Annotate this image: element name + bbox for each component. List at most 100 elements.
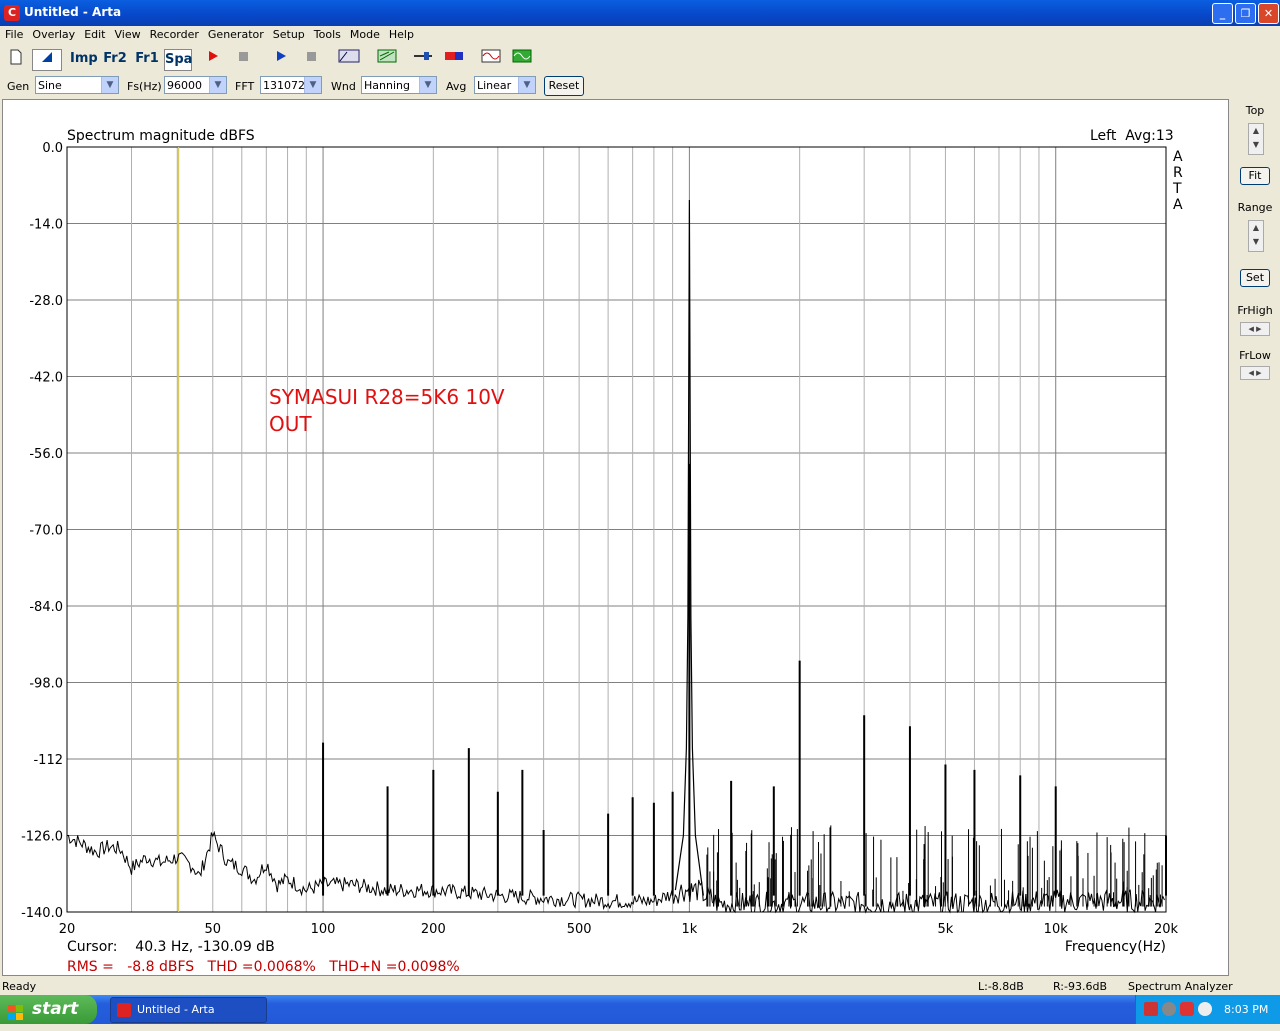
- filter-icon[interactable]: [376, 49, 398, 69]
- menu-mode[interactable]: Mode: [345, 26, 384, 41]
- fs-select[interactable]: 96000 ▼: [164, 76, 227, 94]
- fit-button[interactable]: Fit: [1240, 167, 1270, 185]
- gen-select[interactable]: Sine ▼: [35, 76, 119, 94]
- fft-value: 131072: [263, 79, 305, 92]
- menu-bar: File Overlay Edit View Recorder Generator Setu…: [0, 26, 1280, 45]
- fr1-button[interactable]: Fr1: [134, 49, 160, 69]
- open-icon[interactable]: [32, 49, 62, 71]
- x-tick-label: 500: [567, 922, 592, 937]
- imp-button[interactable]: Imp: [70, 49, 98, 69]
- reset-button[interactable]: Reset: [544, 76, 584, 96]
- close-button[interactable]: ✕: [1258, 3, 1279, 24]
- clock: 8:03 PM: [1224, 1003, 1269, 1016]
- avg-select[interactable]: Linear ▼: [474, 76, 536, 94]
- set-button[interactable]: Set: [1240, 269, 1270, 287]
- start-label: start: [32, 999, 79, 1019]
- noise-floor-trace: [66, 830, 1165, 914]
- stop-icon[interactable]: [233, 49, 253, 69]
- spectrum-plot[interactable]: 0.0 -14.0 -28.0 -42.0 -56.0 -70.0 -84.0 -98.0 -1…: [2, 99, 1229, 976]
- y-tick-label: 0.0: [42, 141, 63, 156]
- top-spinner[interactable]: ▲ ▼: [1248, 123, 1264, 155]
- wnd-value: Hanning: [364, 79, 410, 92]
- y-tick-label: -28.0: [29, 294, 63, 309]
- taskbar-item-arta[interactable]: Untitled - Arta: [110, 997, 267, 1023]
- y-tick-label: -126.0: [21, 830, 63, 845]
- y-tick-label: -70.0: [29, 524, 63, 539]
- grid: [66, 146, 1167, 913]
- menu-file[interactable]: File: [0, 26, 27, 41]
- taskbar: start Untitled - Arta 8:03 PM: [0, 995, 1280, 1024]
- wnd-label: Wnd: [331, 80, 356, 93]
- scope-icon[interactable]: [480, 49, 502, 69]
- status-mode: Spectrum Analyzer: [1128, 980, 1233, 993]
- abc-icon[interactable]: [337, 49, 361, 69]
- antivirus-icon[interactable]: [1198, 1002, 1212, 1016]
- arta-icon: [117, 1003, 131, 1017]
- y-tick-label: -42.0: [29, 371, 63, 386]
- y-tick-label: -56.0: [29, 447, 63, 462]
- spectrum-chart[interactable]: 0.0 -14.0 -28.0 -42.0 -56.0 -70.0 -84.0 -98.0 -1…: [3, 100, 1228, 975]
- measurement-readout: RMS = -8.8 dBFS THD =0.0068% THD+N =0.00…: [67, 959, 460, 975]
- spa-button[interactable]: Spa: [164, 49, 192, 71]
- frlow-spinner[interactable]: ◀ ▶: [1240, 366, 1270, 380]
- cursor-readout: Cursor: 40.3 Hz, -130.09 dB: [67, 939, 275, 955]
- avg-label: Avg: [446, 80, 467, 93]
- chart-title: Spectrum magnitude dBFS: [67, 128, 255, 144]
- meter-icon[interactable]: [443, 49, 465, 69]
- chevron-down-icon[interactable]: ▼: [209, 77, 226, 93]
- y-tick-labels: 0.0 -14.0 -28.0 -42.0 -56.0 -70.0 -84.0 -98.0 -1…: [21, 141, 63, 921]
- avg-value: Linear: [477, 79, 512, 92]
- arta-icon[interactable]: C: [4, 5, 20, 21]
- fft-select[interactable]: 131072 ▼: [260, 76, 322, 94]
- x-tick-label: 20k: [1154, 922, 1179, 937]
- chevron-down-icon[interactable]: ▼: [419, 77, 436, 93]
- stop-gen-icon[interactable]: [301, 49, 321, 69]
- fs-label: Fs(Hz): [127, 80, 162, 93]
- fr2-button[interactable]: Fr2: [102, 49, 128, 69]
- chevron-down-icon[interactable]: ▼: [304, 77, 321, 93]
- frlow-label: FrLow: [1239, 349, 1271, 362]
- side-panel: Top ▲ ▼ Fit Range ▲ ▼ Set FrHigh ◀ ▶ FrLow…: [1230, 99, 1280, 976]
- gen-label: Gen: [7, 80, 30, 93]
- top-label: Top: [1245, 104, 1265, 117]
- menu-setup[interactable]: Setup: [268, 26, 309, 41]
- new-file-icon[interactable]: [6, 49, 26, 69]
- menu-overlay[interactable]: Overlay: [27, 26, 79, 41]
- x-tick-label: 20: [59, 922, 76, 937]
- gen-value: Sine: [38, 79, 62, 92]
- x-tick-label: 10k: [1044, 922, 1069, 937]
- minimize-button[interactable]: _: [1212, 3, 1233, 24]
- options-bar: Gen Sine ▼ Fs(Hz) 96000 ▼ FFT 131072 ▼ Wnd …: [0, 73, 1280, 98]
- slider-icon[interactable]: [412, 49, 434, 69]
- annotation-line-1: SYMASUI R28=5K6 10V: [269, 385, 505, 409]
- menu-help[interactable]: Help: [384, 26, 418, 41]
- y-tick-label: -14.0: [29, 218, 63, 233]
- chevron-down-icon[interactable]: ▼: [518, 77, 535, 93]
- security-icon[interactable]: [1180, 1002, 1194, 1016]
- menu-recorder[interactable]: Recorder: [145, 26, 203, 41]
- windows-logo-icon: [8, 1002, 24, 1020]
- toolbar: Imp Fr2 Fr1 Spa: [0, 46, 1280, 72]
- start-button[interactable]: start: [0, 995, 97, 1024]
- play-icon[interactable]: [271, 49, 291, 69]
- menu-edit[interactable]: Edit: [79, 26, 109, 41]
- y-tick-label: -84.0: [29, 600, 63, 615]
- taskbar-item-label: Untitled - Arta: [137, 1003, 215, 1016]
- network-icon[interactable]: [1144, 1002, 1158, 1016]
- y-tick-label: -140.0: [21, 906, 63, 921]
- x-tick-label: 5k: [938, 922, 954, 937]
- range-spinner[interactable]: ▲ ▼: [1248, 220, 1264, 252]
- record-icon[interactable]: [203, 49, 223, 69]
- menu-generator[interactable]: Generator: [203, 26, 268, 41]
- menu-tools[interactable]: Tools: [309, 26, 345, 41]
- wnd-select[interactable]: Hanning ▼: [361, 76, 437, 94]
- menu-view[interactable]: View: [110, 26, 145, 41]
- status-ready: Ready: [2, 980, 37, 993]
- x-tick-label: 200: [421, 922, 446, 937]
- volume-icon[interactable]: [1162, 1002, 1176, 1016]
- maximize-button[interactable]: ❐: [1235, 3, 1256, 24]
- wave-icon[interactable]: [511, 49, 533, 69]
- frhigh-spinner[interactable]: ◀ ▶: [1240, 322, 1270, 336]
- fft-label: FFT: [235, 80, 255, 93]
- chevron-down-icon[interactable]: ▼: [101, 77, 118, 93]
